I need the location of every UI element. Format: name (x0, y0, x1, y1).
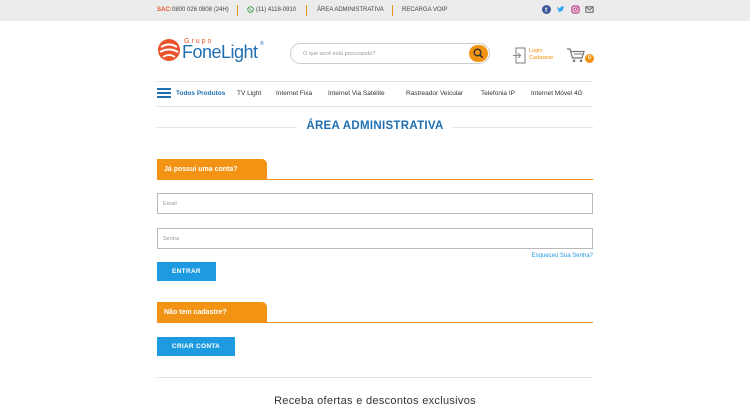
cart-count-badge: 0 (585, 54, 594, 63)
sac-phone: 0800 026 0808 (24H) (172, 7, 229, 13)
nav-item-tv-light[interactable]: TV Light (237, 90, 261, 97)
search-button[interactable] (469, 45, 488, 62)
password-input[interactable] (163, 233, 583, 245)
nav-divider (157, 106, 593, 107)
login-register[interactable]: Login Cadastrar (512, 47, 564, 65)
top-bar: SAC: 0800 026 0808 (24H) (11) 4118-0910 … (0, 0, 750, 21)
facebook-icon[interactable]: f (542, 5, 551, 14)
register-link[interactable]: Cadastrar (529, 55, 553, 61)
search-bar (290, 43, 490, 64)
whatsapp-icon (247, 6, 254, 15)
twitter-icon[interactable] (556, 5, 565, 14)
divider (237, 5, 238, 16)
create-account-button[interactable]: CRIAR CONTA (157, 337, 235, 356)
instagram-icon[interactable] (571, 5, 580, 14)
search-icon (473, 48, 484, 59)
login-button[interactable]: ENTRAR (157, 262, 216, 281)
fonelight-logo[interactable]: Grupo FoneLight ® (157, 38, 267, 66)
newsletter-title: Receba ofertas e descontos exclusivos (274, 395, 476, 407)
register-section-heading: Não tem cadastre? (157, 302, 267, 322)
nav-item-internet-fixa[interactable]: Internet Fixa (276, 90, 312, 97)
login-link[interactable]: Login (529, 48, 542, 54)
sac-label: SAC: (157, 7, 172, 13)
menu-icon[interactable] (157, 88, 171, 98)
page-title: ÁREA ADMINISTRATIVA (306, 120, 444, 132)
email-input[interactable] (163, 198, 583, 210)
footer-divider (157, 377, 593, 378)
divider (392, 5, 393, 16)
cart[interactable]: 0 (566, 47, 596, 65)
email-field (157, 193, 593, 214)
password-field (157, 228, 593, 249)
nav-all-products[interactable]: Todos Produtos (176, 90, 225, 97)
svg-text:f: f (545, 7, 548, 14)
admin-area-link[interactable]: ÁREA ADMINISTRATIVA (317, 7, 384, 13)
search-input[interactable] (303, 48, 463, 60)
nav-item-internet-satelite[interactable]: Internet Via Satélite (328, 90, 385, 97)
forgot-password-link[interactable]: Esqueceu Sua Senha? (532, 253, 593, 259)
header-divider (157, 81, 593, 82)
mail-icon[interactable] (585, 5, 594, 14)
nav-item-rastreador[interactable]: Rastreador Veicular (406, 90, 463, 97)
nav-item-internet-movel[interactable]: Internet Móvel 4G (531, 90, 583, 97)
cart-icon (567, 48, 585, 63)
section-underline (157, 322, 593, 323)
login-section-heading: Já possui uma conta? (157, 159, 267, 179)
contact-phone: (11) 4118-0910 (256, 7, 297, 13)
logo-registered-mark: ® (260, 41, 264, 47)
title-line-right (453, 127, 593, 128)
nav-item-telefonia-ip[interactable]: Telefonia IP (481, 90, 515, 97)
section-underline (157, 179, 593, 180)
divider (306, 5, 307, 16)
login-door-icon (513, 47, 526, 64)
logo-globe-icon (158, 39, 180, 61)
logo-brand-text: FoneLight (182, 42, 258, 62)
recarga-voip-link[interactable]: RECARGA VOIP (402, 7, 447, 13)
